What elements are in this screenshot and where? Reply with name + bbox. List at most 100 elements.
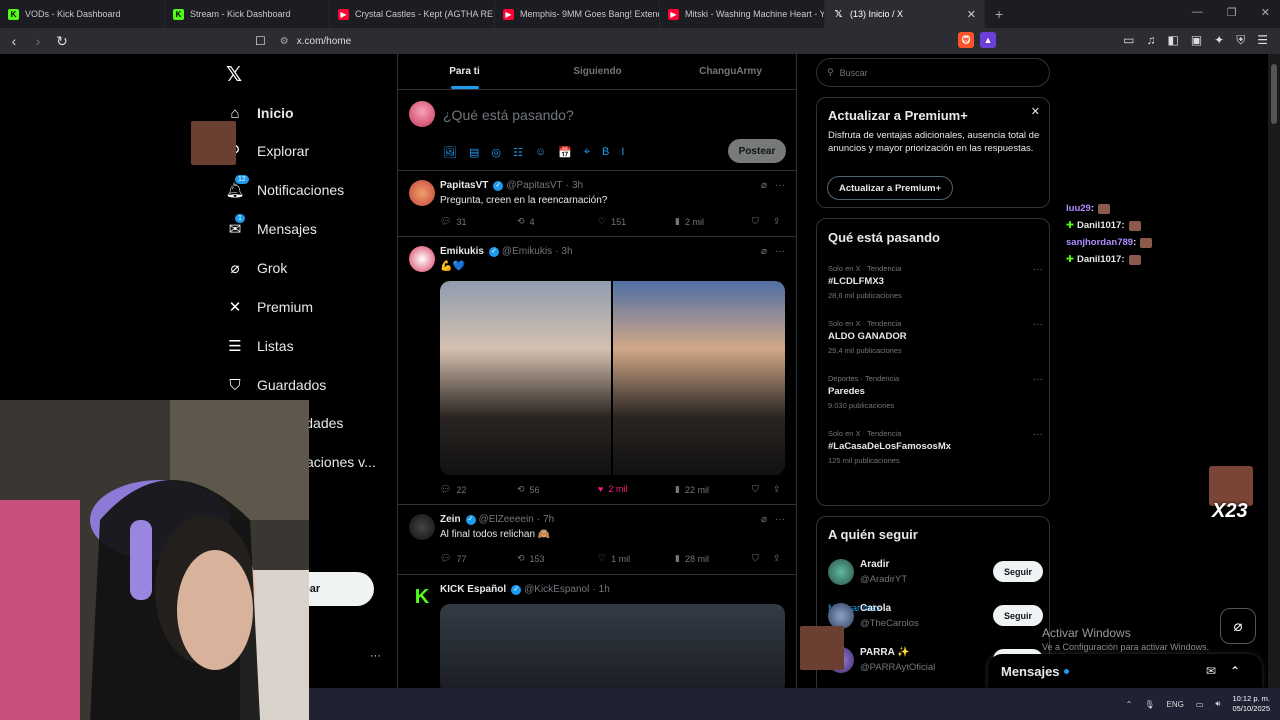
italic-icon[interactable]: I bbox=[621, 146, 624, 159]
sidebar-item-grok[interactable]: ⌀ Grok bbox=[226, 253, 287, 283]
tweet-time[interactable]: 7h bbox=[543, 514, 554, 525]
follow-name[interactable]: PARRA ✨ bbox=[860, 647, 910, 658]
follow-name[interactable]: Aradir bbox=[860, 559, 889, 570]
image-icon[interactable]: 🖼 bbox=[443, 146, 457, 159]
composer-avatar[interactable] bbox=[409, 101, 435, 127]
follow-avatar[interactable] bbox=[828, 559, 854, 585]
tweet-time[interactable]: 3h bbox=[572, 180, 583, 191]
microphone-icon[interactable]: 🎙︎ bbox=[1144, 700, 1154, 709]
tweet[interactable]: K KICK Español ✓ @KickEspanol · 1h bbox=[398, 575, 797, 688]
tray-chevron-icon[interactable]: ⌃ bbox=[1126, 700, 1133, 709]
reply-button[interactable]: 💬︎ 22 bbox=[440, 484, 466, 495]
sidebar-item-mensajes[interactable]: ✉ 1 Mensajes bbox=[226, 213, 317, 244]
sidebar-icon[interactable]: ◧ bbox=[1167, 33, 1178, 48]
more-icon[interactable]: ··· bbox=[775, 246, 785, 257]
tweet-avatar[interactable] bbox=[409, 180, 435, 206]
tweet[interactable]: Emikukis ✓ @Emikukis · 3h 💪💙 ⌀ ··· 💬︎ 22 ⟲ 56 ♥ 2 mil… bbox=[398, 237, 797, 505]
composer-input[interactable]: ¿Qué está pasando? bbox=[443, 107, 574, 123]
browser-tab[interactable]: 𝕏 (13) Inicio / X ✕ bbox=[825, 0, 985, 28]
browser-tab[interactable]: K VODs - Kick Dashboard bbox=[0, 0, 165, 28]
tweet-handle[interactable]: @Emikukis bbox=[502, 246, 552, 257]
sidebar-item-guardados[interactable]: ⛉ Guardados bbox=[226, 370, 326, 400]
sidebar-item-premium[interactable]: ✕ Premium bbox=[226, 292, 313, 322]
close-icon[interactable]: ✕ bbox=[1031, 105, 1040, 118]
tweet-time[interactable]: 1h bbox=[599, 584, 610, 595]
forward-icon[interactable]: › bbox=[28, 33, 48, 49]
network-icon[interactable]: ▭ bbox=[1196, 700, 1204, 709]
views-button[interactable]: ▮ 28 mil bbox=[675, 553, 709, 564]
grok-icon[interactable]: ⌀ bbox=[761, 514, 767, 525]
bookmark-page-icon[interactable]: ☐ bbox=[255, 34, 266, 48]
expand-icon[interactable]: ⌃ bbox=[1230, 664, 1240, 678]
messages-drawer[interactable]: Mensajes ✉ ⌃ bbox=[988, 654, 1262, 688]
follow-button[interactable]: Seguir bbox=[993, 561, 1043, 582]
trend-item[interactable]: Solo en X · Tendencia #LaCasaDeLosFamosos… bbox=[828, 429, 1043, 465]
new-message-icon[interactable]: ✉ bbox=[1206, 664, 1216, 678]
bold-icon[interactable]: B bbox=[602, 146, 609, 159]
browser-tab[interactable]: K Stream - Kick Dashboard bbox=[165, 0, 330, 28]
tweet-author-name[interactable]: KICK Español bbox=[440, 584, 506, 595]
trend-item[interactable]: Solo en X · Tendencia ALDO GANADOR 29,4 mi… bbox=[828, 319, 1043, 355]
tab-changuarmy[interactable]: ChanguArmy bbox=[664, 54, 797, 89]
tab-para-ti[interactable]: Para ti bbox=[398, 54, 531, 89]
more-icon[interactable]: ··· bbox=[1033, 264, 1043, 275]
retweet-button[interactable]: ⟲ 4 bbox=[517, 216, 535, 227]
like-button[interactable]: ♡ 151 bbox=[598, 216, 626, 227]
new-tab-icon[interactable]: + bbox=[995, 6, 1003, 22]
retweet-button[interactable]: ⟲ 56 bbox=[517, 484, 540, 495]
browser-tab[interactable]: ▶ Crystal Castles - Kept (AGTHA RE bbox=[330, 0, 495, 28]
account-more-icon[interactable]: ··· bbox=[370, 650, 381, 662]
gif-icon[interactable]: ▤ bbox=[469, 146, 479, 159]
tweet-avatar[interactable]: K bbox=[409, 584, 435, 610]
brave-rewards-icon[interactable]: ▲ bbox=[980, 32, 996, 48]
tweet-handle[interactable]: @ElZeeeein bbox=[479, 514, 534, 525]
follow-suggestion[interactable]: Carola @TheCarolos Seguir bbox=[828, 601, 1043, 635]
search-input[interactable]: ⚲ Buscar bbox=[816, 58, 1050, 87]
site-info-icon[interactable]: ⚙ bbox=[280, 36, 289, 47]
menu-icon[interactable]: ☰ bbox=[1257, 33, 1268, 48]
poll-icon[interactable]: ☷ bbox=[513, 146, 523, 159]
follow-button[interactable]: Seguir bbox=[993, 605, 1043, 626]
share-icon[interactable]: ⇪ bbox=[773, 216, 781, 227]
retweet-button[interactable]: ⟲ 153 bbox=[517, 553, 545, 564]
x-logo-icon[interactable]: 𝕏 bbox=[226, 62, 242, 87]
bookmark-icon[interactable]: ⛉ bbox=[752, 216, 759, 227]
scrollbar-thumb[interactable] bbox=[1271, 64, 1277, 124]
tweet-handle[interactable]: @KickEspanol bbox=[524, 584, 589, 595]
composer-post-button[interactable]: Postear bbox=[728, 139, 786, 163]
share-icon[interactable]: ⇪ bbox=[773, 484, 781, 495]
tweet-author-name[interactable]: Emikukis bbox=[440, 246, 484, 257]
tweet-avatar[interactable] bbox=[409, 514, 435, 540]
more-icon[interactable]: ··· bbox=[1033, 374, 1043, 385]
maximize-icon[interactable]: ❐ bbox=[1227, 6, 1237, 19]
tweet[interactable]: PapitasVT ✓ @PapitasVT · 3h Pregunta, creen e… bbox=[398, 171, 797, 237]
tweet-avatar[interactable] bbox=[409, 246, 435, 272]
share-icon[interactable]: ⇪ bbox=[773, 553, 781, 564]
tweet-author-name[interactable]: PapitasVT bbox=[440, 180, 488, 191]
cast-icon[interactable]: ▭ bbox=[1123, 33, 1134, 48]
views-button[interactable]: ▮ 2 mil bbox=[675, 216, 704, 227]
bookmark-icon[interactable]: ⛉ bbox=[752, 553, 759, 564]
reply-button[interactable]: 💬︎ 77 bbox=[440, 553, 466, 564]
music-icon[interactable]: ♫ bbox=[1146, 33, 1155, 48]
sidebar-item-explorar[interactable]: ⚲Explorar bbox=[226, 136, 310, 166]
grok-icon[interactable]: ⌀ bbox=[761, 246, 767, 257]
views-button[interactable]: ▮ 22 mil bbox=[675, 484, 709, 495]
more-icon[interactable]: ··· bbox=[1033, 319, 1043, 330]
location-icon[interactable]: ⌖ bbox=[584, 146, 590, 159]
like-button[interactable]: ♥ 2 mil bbox=[598, 484, 627, 494]
sidebar-item-inicio[interactable]: ⌂ Inicio bbox=[226, 98, 293, 128]
bookmark-icon[interactable]: ⛉ bbox=[752, 484, 759, 495]
follow-name[interactable]: Carola bbox=[860, 603, 891, 614]
brave-shields-icon[interactable]: 🦁︎ bbox=[958, 32, 974, 48]
reply-button[interactable]: 💬︎ 31 bbox=[440, 216, 466, 227]
tweet-time[interactable]: 3h bbox=[561, 246, 572, 257]
browser-tab[interactable]: ▶ Mitski - Washing Machine Heart - Yo bbox=[660, 0, 825, 28]
tweet[interactable]: Zein ✓ @ElZeeeein · 7h Al final todos relicha… bbox=[398, 505, 797, 575]
grok-icon[interactable]: ⌀ bbox=[761, 180, 767, 191]
tweet-handle[interactable]: @PapitasVT bbox=[506, 180, 562, 191]
more-icon[interactable]: ··· bbox=[775, 180, 785, 191]
vpn-icon[interactable]: ⛨ bbox=[1236, 33, 1245, 48]
browser-tab[interactable]: ▶ Memphis- 9MM Goes Bang! Extende bbox=[495, 0, 660, 28]
trend-item[interactable]: Deportes · Tendencia Paredes 9.030 publica… bbox=[828, 374, 1043, 410]
